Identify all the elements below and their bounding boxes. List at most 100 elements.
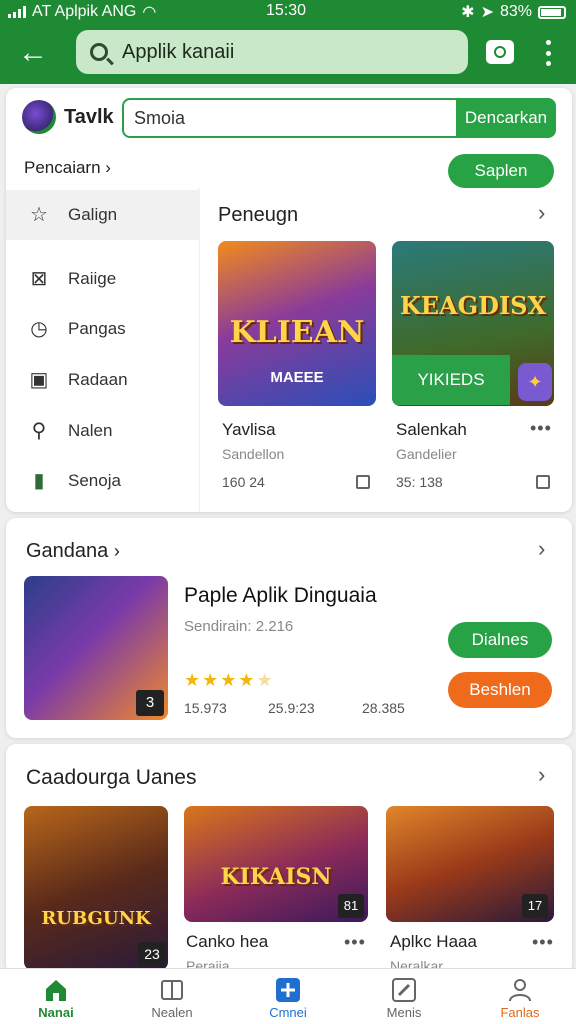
app-rank-badge: 17 xyxy=(522,894,548,918)
sidebar-item-pangas[interactable]: ◷ Pangas xyxy=(6,304,200,354)
app-art-2[interactable]: KEAGDISX YIKIEDS ✦ xyxy=(392,241,554,406)
bottom-navigation: Nanai Nealen Cmnei Menis Fanlas xyxy=(0,968,576,1024)
app-art-title: KEAGDISX xyxy=(399,291,547,320)
nav-label: Nanai xyxy=(38,1005,74,1020)
app-art[interactable]: KIKAISN 81 xyxy=(184,806,368,922)
nav-item-home[interactable]: Nanai xyxy=(8,969,104,1024)
signal-icon xyxy=(8,6,26,18)
app-developer: Sandellon xyxy=(222,446,285,462)
chevron-right-icon[interactable]: › xyxy=(538,536,545,562)
chevron-right-icon[interactable]: › xyxy=(538,200,545,226)
nav-label: Cmnei xyxy=(269,1005,307,1020)
sidebar-item-senoja[interactable]: ▮ Senoja xyxy=(6,456,200,506)
person-icon xyxy=(509,979,531,1002)
sidebar-item-nalen[interactable]: ⚲ Nalen xyxy=(6,406,200,456)
app-rank-badge: 81 xyxy=(338,894,364,918)
app-rank-badge: 3 xyxy=(136,690,164,716)
category-sidebar: ☆ Galign ⊠ Raiige ◷ Pangas ▣ Radaan ⚲ Nalen ▮… xyxy=(6,188,200,512)
collection-card: Caadourga Uanes › RUBGUNK 23 KIKAISN 81 … xyxy=(6,744,572,974)
nav-item-edit[interactable]: Menis xyxy=(356,969,452,1024)
app-rank-badge: 23 xyxy=(138,942,166,966)
brand-name: Tavlk xyxy=(64,106,114,128)
app-count: 160 24 xyxy=(222,474,265,490)
nav-label: Menis xyxy=(386,1005,422,1020)
app-bar: ← Applik kanaii xyxy=(0,24,576,84)
app-art-title: RUBGUNK xyxy=(41,908,151,929)
search-icon xyxy=(90,43,108,61)
nav-item-library[interactable]: Nealen xyxy=(124,969,220,1024)
chevron-right-icon[interactable]: › xyxy=(538,762,545,788)
app-art[interactable]: 17 xyxy=(386,806,554,922)
clock: 15:30 xyxy=(266,2,307,19)
search-input[interactable]: Applik kanaii xyxy=(122,41,234,64)
store-search-field[interactable]: Smoia xyxy=(122,98,458,138)
nav-item-profile[interactable]: Fanlas xyxy=(472,969,568,1024)
app-name[interactable]: Aplkc Haaa xyxy=(390,932,477,952)
app-count: 35: 138 xyxy=(396,474,443,490)
app-art-title: KIKAISN xyxy=(220,864,332,890)
search-icon: ⚲ xyxy=(31,420,47,442)
app-developer: Gandelier xyxy=(396,446,457,462)
app-title[interactable]: Paple Aplik Dinguaia xyxy=(184,584,377,608)
app-name[interactable]: Yavlisa xyxy=(222,420,276,440)
more-options-icon[interactable]: ••• xyxy=(344,932,366,953)
secondary-action-button[interactable]: Beshlen xyxy=(448,672,552,708)
app-art-title: KLIEAN xyxy=(229,315,365,350)
save-button[interactable]: Saplen xyxy=(448,154,554,188)
section-title[interactable]: Gandana › xyxy=(26,540,120,563)
chevron-right-icon: › xyxy=(113,541,120,561)
sidebar-item-raiige[interactable]: ⊠ Raiige xyxy=(6,254,200,304)
search-bar[interactable]: Applik kanaii xyxy=(76,30,468,74)
select-checkbox[interactable] xyxy=(356,475,370,489)
featured-title: Peneugn xyxy=(218,204,299,226)
trending-card: Gandana › › 3 Paple Aplik Dinguaia Sendi… xyxy=(6,518,572,738)
more-options-icon[interactable]: ••• xyxy=(530,418,552,439)
app-art-banner: YIKIEDS xyxy=(392,355,510,405)
select-checkbox[interactable] xyxy=(536,475,550,489)
home-icon xyxy=(46,980,66,1001)
app-art-subtitle: MAEEE xyxy=(270,369,324,386)
bluetooth-icon: ✱ xyxy=(461,4,475,21)
app-stat: 28.385 xyxy=(362,700,405,716)
nav-item-add[interactable]: Cmnei xyxy=(240,969,336,1024)
sidebar-item-galign[interactable]: ☆ Galign xyxy=(6,190,200,240)
badge-icon: ✦ xyxy=(518,363,552,401)
wifi-icon: ◠ xyxy=(142,4,157,21)
edit-icon xyxy=(392,978,416,1002)
brand-logo xyxy=(22,100,56,134)
camera-icon[interactable] xyxy=(486,40,514,64)
section-title: Caadourga Uanes xyxy=(26,766,197,789)
status-bar: AT Aplpik ANG ◠ 15:30 ✱ ➤ 83% xyxy=(0,0,576,24)
app-art[interactable]: 3 xyxy=(24,576,168,720)
book-icon xyxy=(161,980,183,1000)
chevron-right-icon: › xyxy=(105,158,111,177)
folder-icon: ▮ xyxy=(33,470,45,492)
app-stat: 15.973 xyxy=(184,700,227,716)
plus-icon xyxy=(276,978,300,1002)
clock-icon: ◷ xyxy=(30,318,48,340)
location-icon: ➤ xyxy=(480,4,494,21)
primary-action-button[interactable]: Dialnes xyxy=(448,622,552,658)
app-art[interactable]: RUBGUNK 23 xyxy=(24,806,168,970)
box-icon: ⊠ xyxy=(30,268,48,290)
more-options-icon[interactable]: ••• xyxy=(532,932,554,953)
app-stat: 25.9:23 xyxy=(268,700,315,716)
app-art-1[interactable]: KLIEAN MAEEE xyxy=(218,241,376,406)
battery-icon xyxy=(538,5,566,19)
rating-stars: ★★★★★ xyxy=(184,670,275,690)
app-name[interactable]: Salenkah xyxy=(396,420,467,440)
more-options-icon[interactable] xyxy=(546,40,552,66)
sidebar-item-radaan[interactable]: ▣ Radaan xyxy=(6,355,200,405)
breadcrumb[interactable]: Pencaiarn › xyxy=(24,158,111,178)
browse-card: Tavlk Smoia Dencarkan Pencaiarn › Saplen… xyxy=(6,88,572,512)
battery-percent: 83% xyxy=(499,3,532,20)
carrier-label: AT Aplpik ANG xyxy=(32,3,137,20)
nav-label: Fanlas xyxy=(500,1005,540,1020)
search-button[interactable]: Dencarkan xyxy=(456,98,556,138)
nav-label: Nealen xyxy=(151,1005,193,1020)
square-icon: ▣ xyxy=(29,369,49,391)
back-arrow-icon[interactable]: ← xyxy=(18,38,50,70)
star-icon: ☆ xyxy=(30,204,48,226)
app-subtitle: Sendirain: 2.216 xyxy=(184,618,294,635)
app-name[interactable]: Canko hea xyxy=(186,932,268,952)
